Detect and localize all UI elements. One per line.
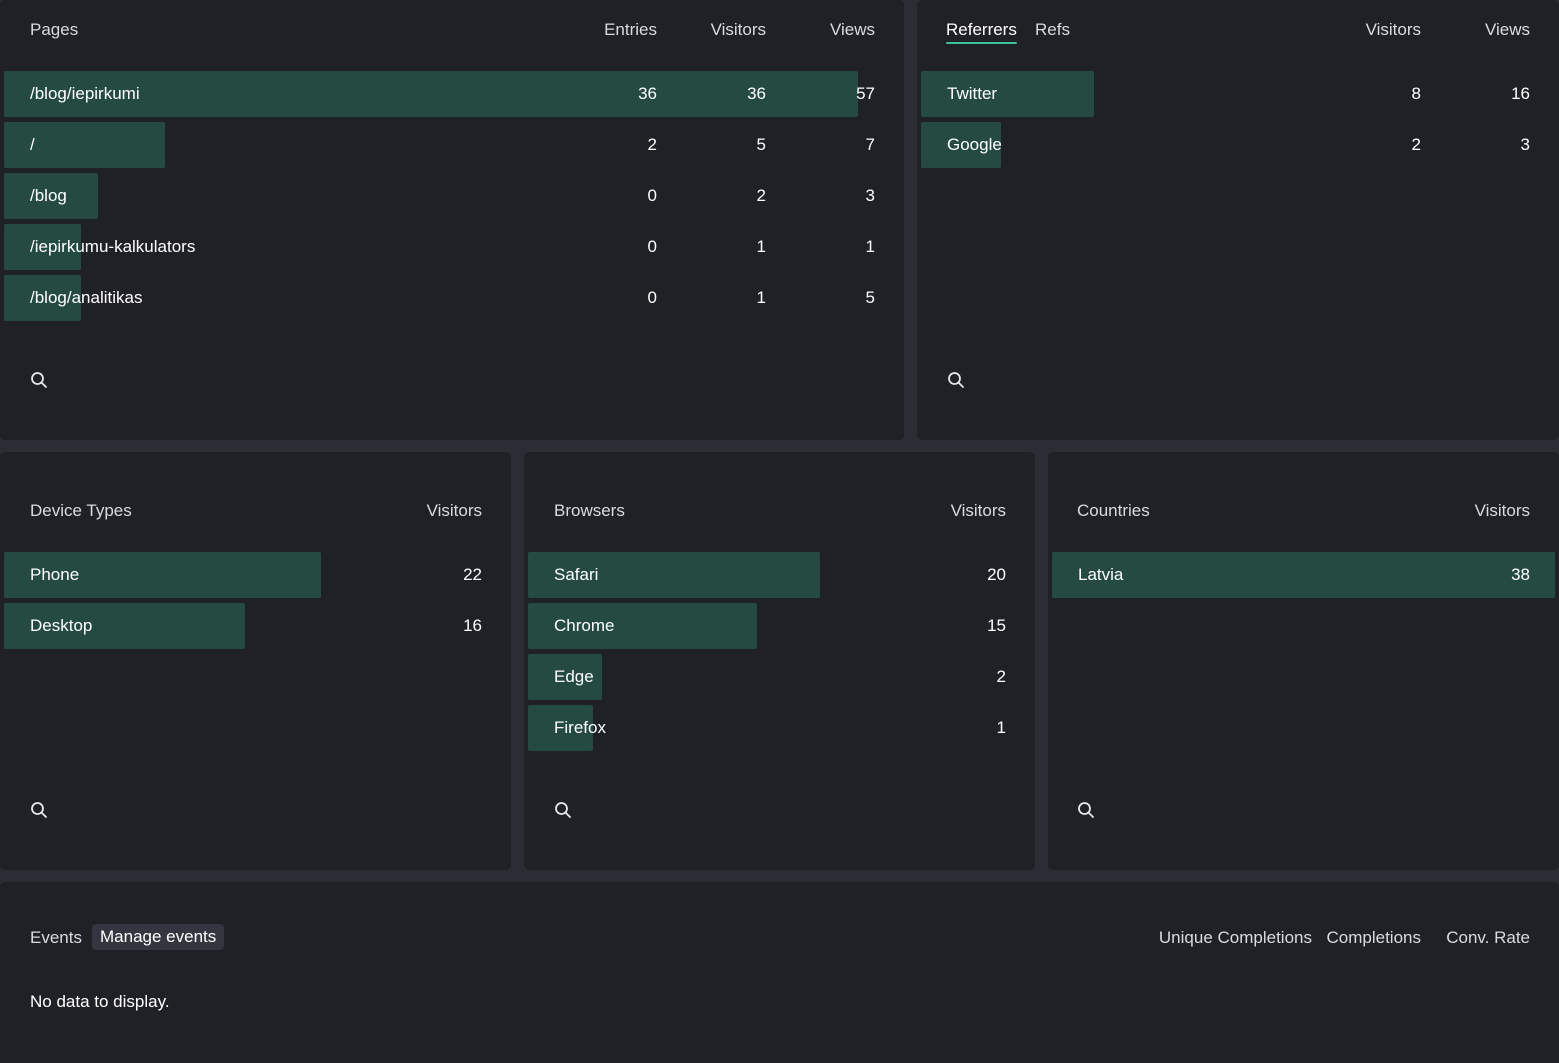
row-label[interactable]: /iepirkumu-kalkulators [30, 224, 195, 270]
views-column-header[interactable]: Views [1430, 18, 1530, 42]
visitors-value: 20 [987, 565, 1006, 584]
visitors-value: 1 [996, 718, 1006, 737]
visitors-value: 2 [756, 186, 766, 205]
manage-events-button[interactable]: Manage events [92, 924, 225, 950]
row-label[interactable]: Chrome [554, 603, 614, 649]
countries-header: Countries Visitors [1048, 499, 1559, 523]
search-icon[interactable] [1076, 800, 1096, 820]
entries-value: 2 [647, 135, 657, 154]
visitors-column-header[interactable]: Visitors [1321, 18, 1421, 42]
pages-panel: Pages Entries Visitors Views /blog/iepir… [0, 0, 904, 440]
referrers-panel: Referrers Refs Visitors Views Twitter 8 16… [917, 0, 1559, 440]
list-item[interactable]: Twitter 8 16 [921, 71, 1555, 117]
visitors-value: 36 [747, 84, 766, 103]
visitors-value: 38 [1511, 565, 1530, 584]
visitors-value: 22 [463, 565, 482, 584]
list-item[interactable]: /blog/analitikas 0 1 5 [4, 275, 900, 321]
conv-rate-column-header[interactable]: Conv. Rate [1430, 926, 1530, 950]
list-item[interactable]: /blog/iepirkumi 36 36 57 [4, 71, 900, 117]
search-icon[interactable] [29, 800, 49, 820]
completions-column-header[interactable]: Completions [1301, 926, 1422, 950]
row-label[interactable]: Safari [554, 552, 598, 598]
row-label[interactable]: Firefox [554, 705, 606, 751]
list-item[interactable]: Edge 2 [528, 654, 1031, 700]
row-label[interactable]: Google [947, 122, 1002, 168]
events-panel: Events Unique Completions Completions Co… [0, 882, 1559, 1063]
row-label[interactable]: Phone [30, 552, 79, 598]
list-item[interactable]: Phone 22 [4, 552, 507, 598]
search-icon[interactable] [946, 370, 966, 390]
views-value: 57 [856, 84, 875, 103]
visitors-value: 1 [756, 288, 766, 307]
browsers-panel: Browsers Visitors Safari 20 Chrome 15 Edge 2 F… [524, 452, 1035, 870]
row-label[interactable]: /blog/analitikas [30, 275, 142, 321]
events-header: Events Unique Completions Completions Co… [0, 926, 1559, 950]
tab-referrers[interactable]: Referrers [946, 18, 1017, 44]
views-value: 3 [1520, 135, 1530, 154]
countries-title: Countries [1077, 501, 1150, 520]
device-types-header: Device Types Visitors [0, 499, 511, 523]
entries-column-header[interactable]: Entries [557, 18, 657, 42]
visitors-column-header[interactable]: Visitors [382, 499, 482, 523]
list-item[interactable]: / 2 5 7 [4, 122, 900, 168]
row-label[interactable]: /blog [30, 173, 67, 219]
views-value: 7 [865, 135, 875, 154]
row-label[interactable]: Twitter [947, 71, 997, 117]
row-label[interactable]: Edge [554, 654, 594, 700]
share-bar [4, 122, 165, 168]
list-item[interactable]: Desktop 16 [4, 603, 507, 649]
visitors-value: 8 [1411, 84, 1421, 103]
events-title: Events [30, 928, 82, 947]
row-label[interactable]: Latvia [1078, 552, 1123, 598]
visitors-column-header[interactable]: Visitors [1430, 499, 1530, 523]
device-types-panel: Device Types Visitors Phone 22 Desktop 16 [0, 452, 511, 870]
list-item[interactable]: /iepirkumu-kalkulators 0 1 1 [4, 224, 900, 270]
entries-value: 0 [647, 237, 657, 256]
views-value: 16 [1511, 84, 1530, 103]
search-icon[interactable] [29, 370, 49, 390]
device-types-title: Device Types [30, 501, 132, 520]
views-value: 1 [865, 237, 875, 256]
row-label[interactable]: /blog/iepirkumi [30, 71, 140, 117]
visitors-value: 1 [756, 237, 766, 256]
list-item[interactable]: Firefox 1 [528, 705, 1031, 751]
list-item[interactable]: Chrome 15 [528, 603, 1031, 649]
list-item[interactable]: Google 2 3 [921, 122, 1555, 168]
browsers-title: Browsers [554, 501, 625, 520]
pages-title: Pages [30, 20, 79, 39]
visitors-column-header[interactable]: Visitors [666, 18, 766, 42]
referrers-header: Referrers Refs Visitors Views [917, 18, 1559, 44]
list-item[interactable]: Latvia 38 [1052, 552, 1555, 598]
visitors-column-header[interactable]: Visitors [906, 499, 1006, 523]
views-value: 3 [865, 186, 875, 205]
empty-state-text: No data to display. [30, 992, 170, 1011]
visitors-value: 2 [1411, 135, 1421, 154]
browsers-header: Browsers Visitors [524, 499, 1035, 523]
pages-header: Pages Entries Visitors Views [0, 18, 904, 42]
visitors-value: 5 [756, 135, 766, 154]
views-value: 5 [865, 288, 875, 307]
entries-value: 36 [638, 84, 657, 103]
tab-refs[interactable]: Refs [1035, 18, 1070, 42]
visitors-value: 2 [996, 667, 1006, 686]
unique-completions-column-header[interactable]: Unique Completions [1112, 926, 1312, 950]
list-item[interactable]: Safari 20 [528, 552, 1031, 598]
search-icon[interactable] [553, 800, 573, 820]
list-item[interactable]: /blog 0 2 3 [4, 173, 900, 219]
entries-value: 0 [647, 186, 657, 205]
visitors-value: 15 [987, 616, 1006, 635]
row-label[interactable]: Desktop [30, 603, 92, 649]
views-column-header[interactable]: Views [775, 18, 875, 42]
row-label[interactable]: / [30, 122, 35, 168]
visitors-value: 16 [463, 616, 482, 635]
entries-value: 0 [647, 288, 657, 307]
countries-panel: Countries Visitors Latvia 38 [1048, 452, 1559, 870]
